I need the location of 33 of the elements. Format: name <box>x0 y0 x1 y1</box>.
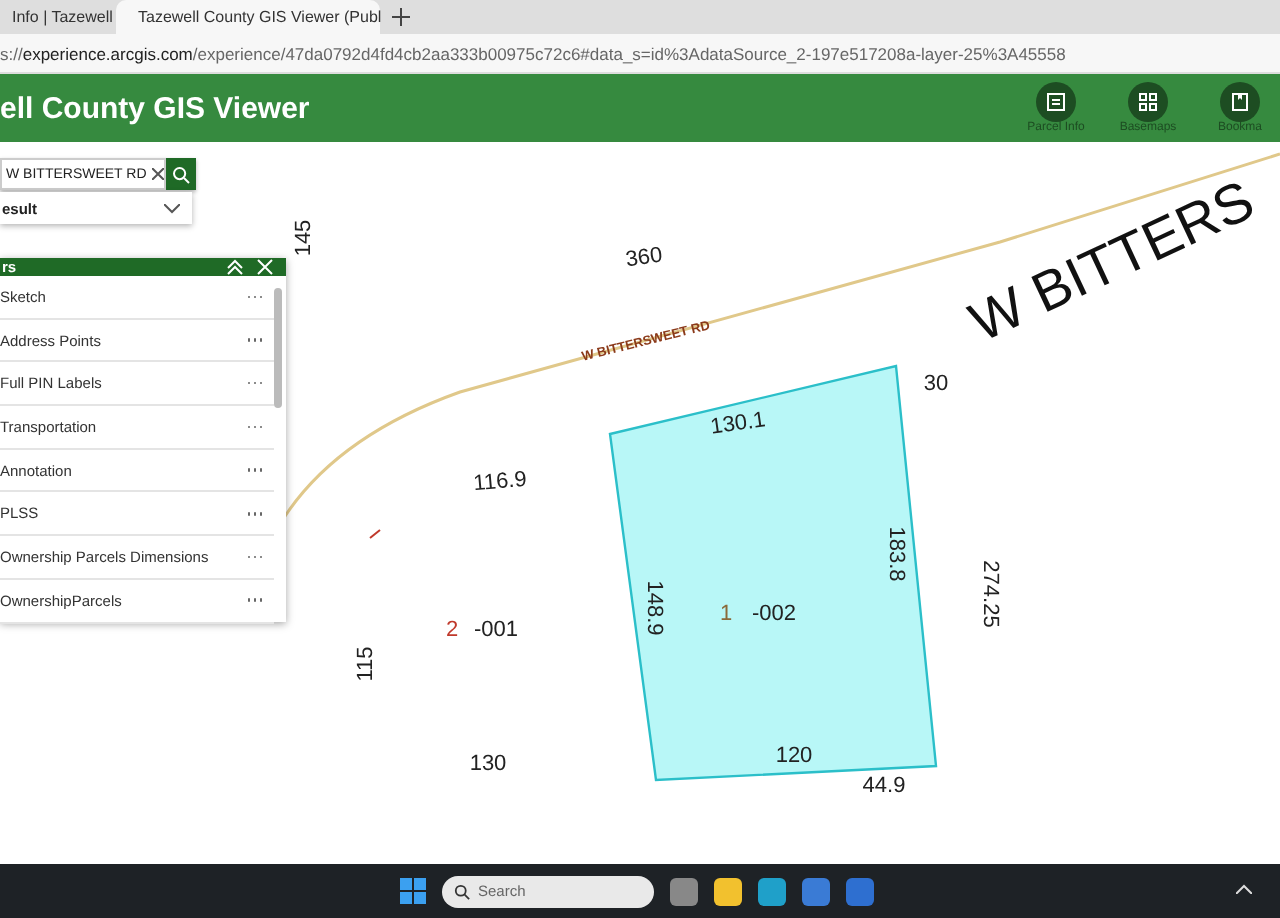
search-icon <box>454 883 470 899</box>
dimension-label: 274.25 <box>978 560 1002 628</box>
parcel-id: -002 <box>751 602 797 626</box>
dimension-label: 183.8 <box>884 526 908 582</box>
dimension-label: 130 <box>469 752 507 776</box>
dimension-label: 148.9 <box>642 580 666 636</box>
dimension-label: 115 <box>354 646 378 682</box>
dimension-label: 360 <box>624 243 664 273</box>
dimension-label: 130.1 <box>709 408 767 440</box>
parcel-number: 1 <box>719 602 733 626</box>
clear-icon[interactable] <box>152 168 165 180</box>
grid-icon <box>1138 92 1158 112</box>
chevron-down-icon <box>164 203 180 213</box>
close-icon[interactable] <box>256 258 274 276</box>
app-title: ell County GIS Viewer <box>0 91 310 125</box>
form-icon <box>1046 92 1066 112</box>
chevron-up-icon[interactable] <box>1236 884 1252 894</box>
scrollbar[interactable] <box>274 288 282 408</box>
dimension-label: 120 <box>775 744 813 768</box>
browser-tab[interactable]: Tazewell County GIS Viewer (Publ <box>116 0 380 34</box>
search-icon <box>172 165 191 183</box>
dimension-label: 44.9 <box>862 774 906 798</box>
dimension-label: 30 <box>923 372 949 396</box>
tick-mark <box>369 529 381 539</box>
search-button[interactable] <box>166 158 196 190</box>
bookmark-icon <box>1230 92 1250 112</box>
dimension-label: 145 <box>292 219 316 257</box>
windows-icon[interactable] <box>400 878 426 904</box>
parcel-number: 2 <box>445 618 459 642</box>
browser-tab[interactable]: Info | Tazewell <box>0 0 116 34</box>
parcel-id: -001 <box>473 618 519 642</box>
dimension-label: 116.9 <box>472 467 528 497</box>
collapse-icon[interactable] <box>226 258 244 276</box>
